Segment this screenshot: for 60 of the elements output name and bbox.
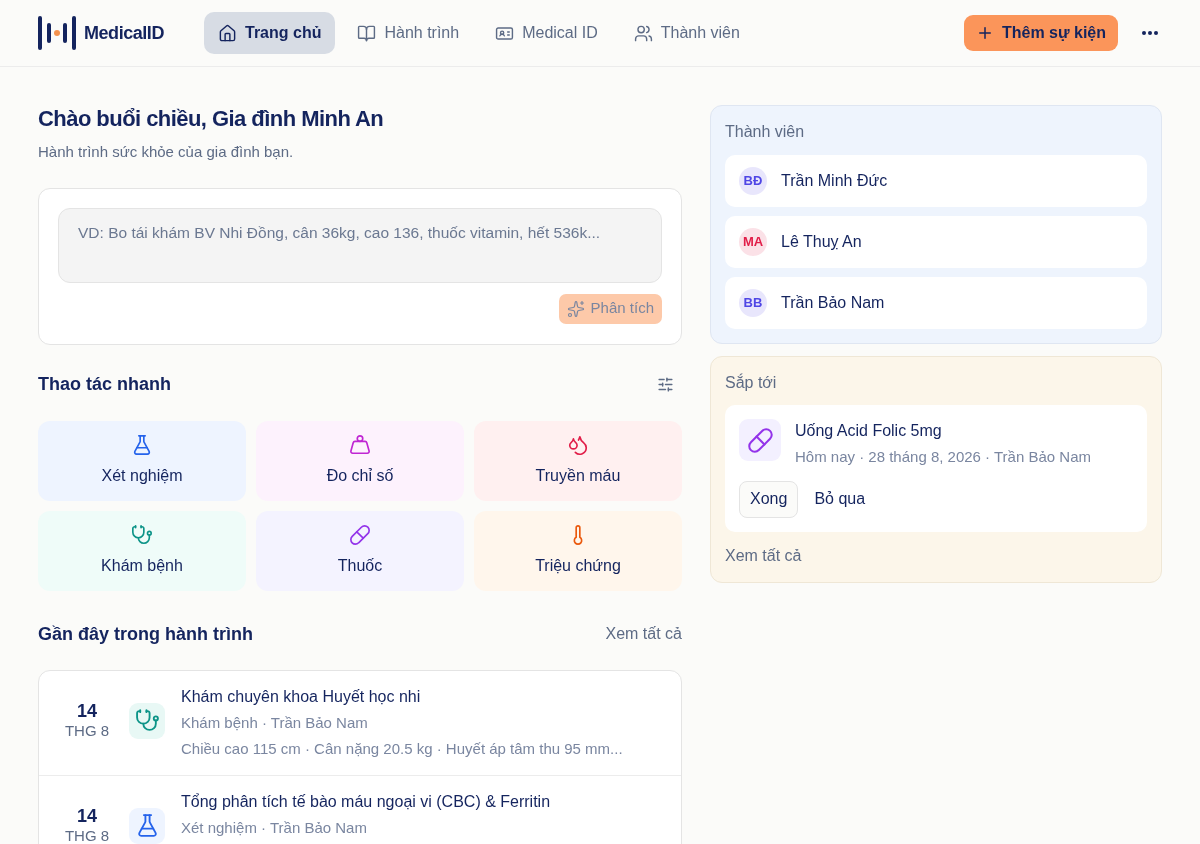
timeline-entry[interactable]: 14 THG 8 Khám chuyên khoa Huyết học nhi Khám bệnh · Trần Bảo Nam Chiều cao 115 cm · Cân nặng 20.5 kg · Huyết áp tâm thu 95 mm... xyxy=(39,670,681,775)
nav-tab[interactable]: Thành viên xyxy=(619,12,754,54)
quick-action-tile[interactable]: Xét nghiệm xyxy=(38,420,246,501)
add-event-button[interactable]: Thêm sự kiện xyxy=(963,15,1118,51)
nav-tab[interactable]: Trang chủ xyxy=(204,12,336,54)
greeting-title: Chào buổi chiều, Gia đình Minh An xyxy=(38,105,385,133)
entry-month: THG 8 xyxy=(64,720,110,741)
timeline-entry[interactable]: 14 THG 8 Tổng phân tích tế bào máu ngoại vi (CBC) & Ferritin Xét nghiệm · Trần Bảo Nam xyxy=(39,774,681,844)
entry-meta: Xét nghiệm · Trần Bảo Nam xyxy=(181,817,368,838)
quick-action-tile[interactable]: Đo chỉ số xyxy=(256,420,464,501)
weight-icon xyxy=(349,433,371,456)
more-icon xyxy=(1142,31,1158,35)
done-button[interactable]: Xong xyxy=(739,480,799,518)
users-icon xyxy=(633,23,653,43)
book-icon xyxy=(357,23,377,43)
member-avatar: BĐ xyxy=(739,167,767,195)
house-icon xyxy=(218,23,237,43)
quick-action-tile[interactable]: Truyền máu xyxy=(474,420,682,501)
member-avatar: MA xyxy=(739,228,767,256)
entry-title: Tổng phân tích tế bào máu ngoại vi (CBC) & Ferritin xyxy=(181,791,551,812)
member-name: Lê Thuỵ An xyxy=(781,232,862,252)
entry-month: THG 8 xyxy=(64,825,110,844)
pill-icon xyxy=(746,426,774,454)
reminder-title: Uống Acid Folic 5mg xyxy=(795,421,943,441)
flask-icon xyxy=(131,433,153,456)
see-all-link[interactable]: Xem tất cả xyxy=(605,622,682,646)
skip-button[interactable]: Bỏ qua xyxy=(814,487,866,511)
sparkles-icon xyxy=(566,299,585,318)
panel-title: Sắp tới xyxy=(725,372,778,393)
note-input[interactable]: VD: Bo tái khám BV Nhi Đồng, cân 36kg, cao 136, thuốc vitamin, hết 536k... xyxy=(58,207,662,283)
quick-action-tile[interactable]: Triệu chứng xyxy=(474,510,682,591)
section-title: Gần đây trong hành trình xyxy=(38,622,253,646)
section-title: Thao tác nhanh xyxy=(38,372,171,396)
droplets-icon xyxy=(567,433,589,456)
entry-title: Khám chuyên khoa Huyết học nhi xyxy=(181,686,422,707)
panel-title: Thành viên xyxy=(725,122,806,142)
member-name: Trần Bảo Nam xyxy=(781,293,885,313)
reminder-meta: Hôm nay · 28 tháng 8, 2026 · Trần Bảo Nam xyxy=(795,447,1091,467)
entry-detail: Chiều cao 115 cm · Cân nặng 20.5 kg · Huyết áp tâm thu 95 mm... xyxy=(181,738,623,759)
stethoscope-icon xyxy=(134,708,160,733)
stethoscope-icon xyxy=(131,523,153,546)
nav-tab[interactable]: Hành trình xyxy=(343,12,474,54)
sliders-icon xyxy=(657,375,674,393)
see-all-link[interactable]: Xem tất cả xyxy=(725,543,1147,568)
entry-meta: Khám bệnh · Trần Bảo Nam xyxy=(181,712,369,733)
entry-day: 14 xyxy=(77,700,97,721)
member-avatar: BB xyxy=(739,289,767,317)
member-row[interactable]: BB Trần Bảo Nam xyxy=(725,277,1147,329)
brand-name: MedicalID xyxy=(84,21,164,45)
entry-day: 14 xyxy=(77,805,97,826)
quick-action-tile[interactable]: Thuốc xyxy=(256,510,464,591)
quick-action-tile[interactable]: Khám bệnh xyxy=(38,510,246,591)
logo-icon xyxy=(38,16,76,50)
nav-tab[interactable]: Medical ID xyxy=(481,12,612,54)
pill-icon xyxy=(349,523,371,546)
member-name: Trần Minh Đức xyxy=(781,171,888,191)
member-row[interactable]: BĐ Trần Minh Đức xyxy=(725,155,1147,207)
member-row[interactable]: MA Lê Thuỵ An xyxy=(725,216,1147,268)
greeting-subtitle: Hành trình sức khỏe của gia đình bạn. xyxy=(38,142,295,162)
settings-button[interactable] xyxy=(657,375,674,393)
